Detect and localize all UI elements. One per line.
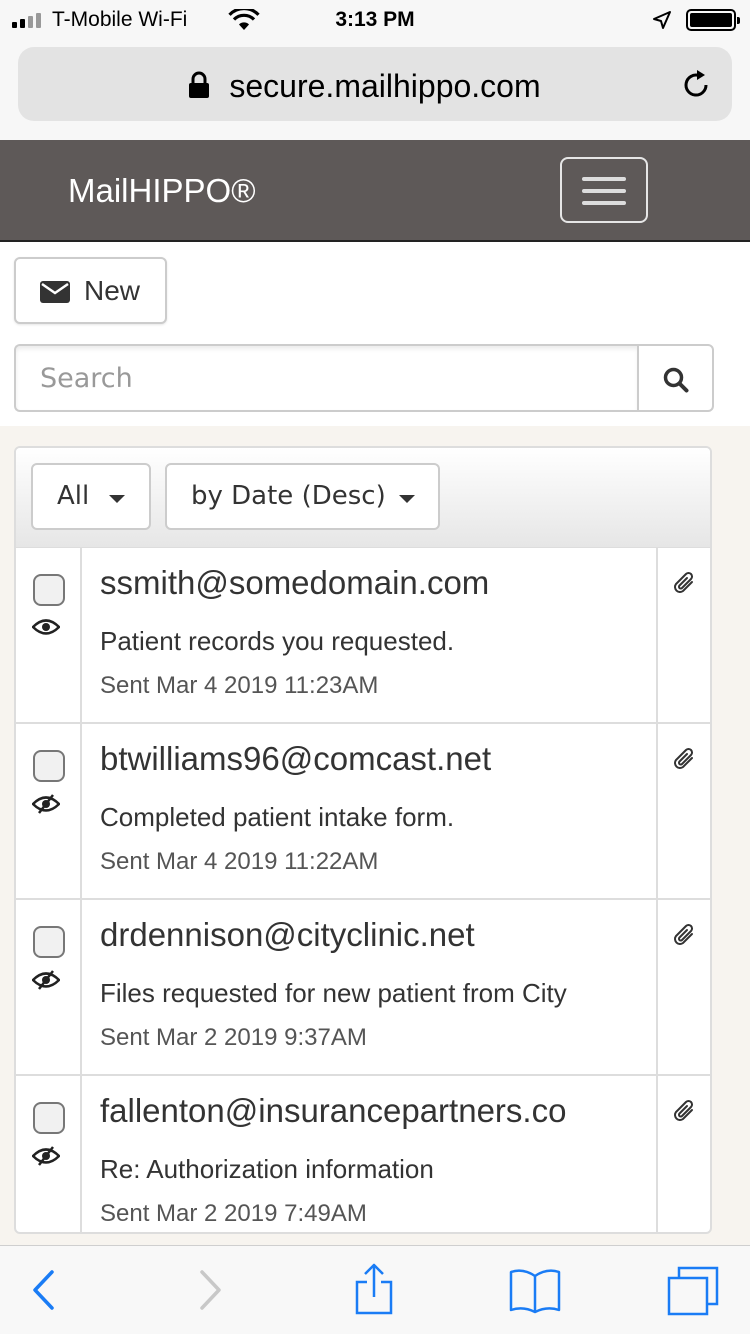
back-icon[interactable] (30, 1268, 56, 1317)
message-row[interactable]: fallenton@insurancepartners.co Re: Autho… (16, 1076, 710, 1232)
select-checkbox[interactable] (33, 1102, 65, 1134)
message-date: Sent Mar 2 2019 9:37AM (100, 1024, 367, 1051)
eye-slash-icon (31, 970, 61, 995)
sender-email[interactable]: drdennison@cityclinic.net (100, 916, 475, 954)
message-date: Sent Mar 2 2019 7:49AM (100, 1200, 367, 1227)
paperclip-icon (672, 1098, 696, 1129)
message-row[interactable]: btwilliams96@comcast.net Completed patie… (16, 724, 710, 900)
envelope-icon (40, 281, 70, 308)
select-checkbox[interactable] (33, 574, 65, 606)
browser-bottom-toolbar (0, 1245, 750, 1334)
message-date: Sent Mar 4 2019 11:23AM (100, 672, 379, 699)
reload-icon[interactable] (680, 69, 712, 106)
share-icon[interactable] (354, 1262, 394, 1321)
message-list-panel: All by Date (Desc) ssmith@somedomain.com… (14, 446, 712, 1234)
select-checkbox[interactable] (33, 750, 65, 782)
new-message-button[interactable]: New (14, 257, 167, 324)
message-subject[interactable]: Re: Authorization information (100, 1154, 434, 1185)
sort-dropdown[interactable]: by Date (Desc) (165, 463, 440, 530)
location-arrow-icon (652, 10, 672, 36)
eye-icon (31, 618, 61, 641)
tabs-icon[interactable] (666, 1266, 720, 1321)
app-navbar: MailHIPPO® (0, 140, 750, 242)
browser-address-area: secure.mailhippo.com (0, 40, 750, 140)
message-row[interactable]: ssmith@somedomain.com Patient records yo… (16, 548, 710, 724)
message-subject[interactable]: Completed patient intake form. (100, 802, 454, 833)
message-subject[interactable]: Files requested for new patient from Cit… (100, 978, 567, 1009)
brand-logo[interactable]: MailHIPPO® (68, 172, 256, 210)
clock: 3:13 PM (335, 8, 415, 31)
forward-icon[interactable] (198, 1268, 224, 1317)
caret-down-icon (109, 495, 125, 503)
hamburger-icon (582, 177, 626, 181)
address-bar[interactable]: secure.mailhippo.com (18, 47, 732, 121)
bookmarks-icon[interactable] (508, 1268, 562, 1319)
paperclip-icon (672, 922, 696, 953)
status-bar: T-Mobile Wi-Fi 3:13 PM (0, 0, 750, 40)
folder-filter-dropdown[interactable]: All (31, 463, 151, 530)
caret-down-icon (399, 495, 415, 503)
filter-bar: All by Date (Desc) (16, 448, 710, 548)
search-input[interactable] (14, 344, 638, 412)
sender-email[interactable]: btwilliams96@comcast.net (100, 740, 491, 778)
paperclip-icon (672, 570, 696, 601)
message-list: ssmith@somedomain.com Patient records yo… (16, 548, 710, 1232)
eye-slash-icon (31, 1146, 61, 1171)
sender-email[interactable]: fallenton@insurancepartners.co (100, 1092, 566, 1130)
paperclip-icon (672, 746, 696, 777)
search-icon (663, 367, 689, 393)
select-checkbox[interactable] (33, 926, 65, 958)
folder-filter-label: All (57, 481, 90, 511)
sort-label: by Date (Desc) (191, 481, 386, 511)
sender-email[interactable]: ssmith@somedomain.com (100, 564, 489, 602)
mail-toolbar: New (0, 242, 750, 426)
new-button-label: New (84, 275, 141, 306)
search-button[interactable] (637, 344, 714, 412)
battery-icon (686, 9, 740, 31)
eye-slash-icon (31, 794, 61, 819)
message-subject[interactable]: Patient records you requested. (100, 626, 454, 657)
url-text[interactable]: secure.mailhippo.com (18, 68, 732, 105)
message-row[interactable]: drdennison@cityclinic.net Files requeste… (16, 900, 710, 1076)
message-date: Sent Mar 4 2019 11:22AM (100, 848, 379, 875)
menu-toggle-button[interactable] (560, 157, 648, 223)
